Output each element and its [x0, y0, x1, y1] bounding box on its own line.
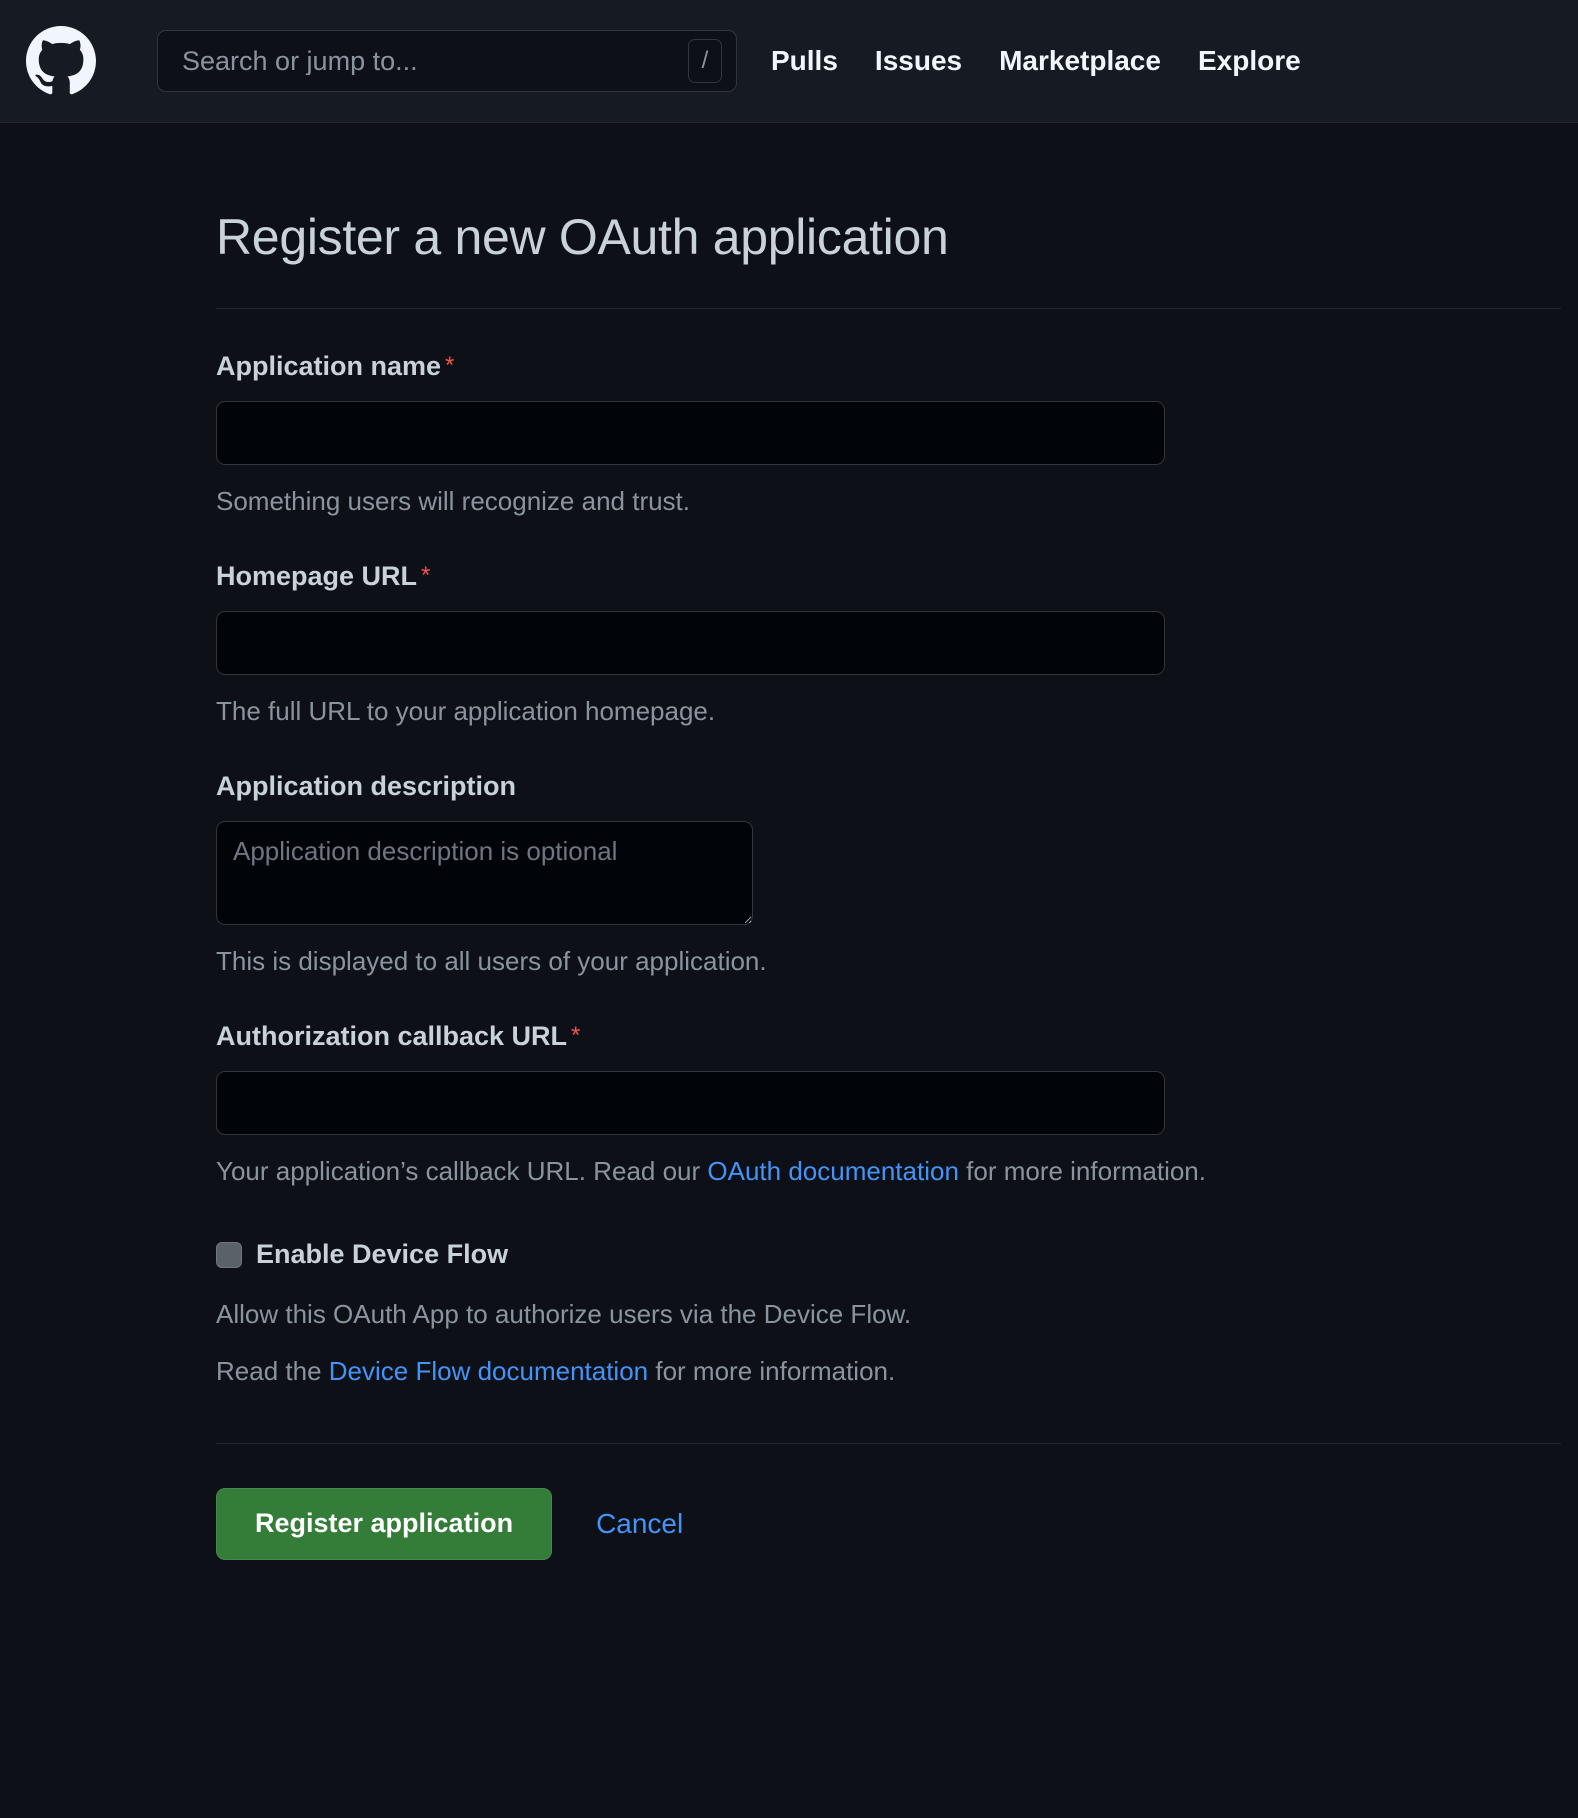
required-asterisk: *	[445, 352, 455, 379]
device-flow-row[interactable]: Enable Device Flow	[216, 1239, 1561, 1270]
authorization-callback-url-input[interactable]	[216, 1071, 1165, 1136]
cancel-link[interactable]: Cancel	[596, 1508, 683, 1540]
nav-item-explore[interactable]: Explore	[1198, 45, 1301, 77]
global-header: Search or jump to... / Pulls Issues Mark…	[0, 0, 1578, 123]
required-asterisk: *	[421, 562, 431, 590]
application-name-label: Application name *	[216, 351, 1561, 382]
search-placeholder: Search or jump to...	[182, 47, 418, 75]
enable-device-flow-checkbox[interactable]	[216, 1241, 242, 1268]
required-asterisk: *	[571, 1022, 581, 1050]
application-name-input[interactable]	[216, 401, 1165, 465]
application-description-textarea[interactable]	[216, 821, 753, 926]
application-description-help: This is displayed to all users of your a…	[216, 946, 767, 977]
homepage-url-help: The full URL to your application homepag…	[216, 696, 716, 727]
field-application-name: Application name * Something users will r…	[216, 351, 1561, 519]
register-application-button[interactable]: Register application	[216, 1487, 553, 1560]
application-name-help: Something users will recognize and trust…	[216, 486, 691, 516]
device-flow-read-suffix: for more information.	[648, 1356, 896, 1387]
authorization-callback-url-label: Authorization callback URL *	[216, 1021, 1561, 1052]
nav-item-marketplace[interactable]: Marketplace	[999, 45, 1161, 77]
device-flow-read-prefix: Read the	[216, 1356, 329, 1387]
title-divider	[216, 308, 1561, 309]
homepage-url-label: Homepage URL *	[216, 561, 1561, 592]
oauth-documentation-link[interactable]: OAuth documentation	[707, 1156, 959, 1186]
form-actions: Register application Cancel	[216, 1487, 1561, 1560]
search-shortcut-key: /	[688, 39, 722, 83]
authorization-callback-url-help: Your application’s callback URL. Read ou…	[216, 1154, 1561, 1189]
authorization-callback-url-label-text: Authorization callback URL	[216, 1021, 568, 1052]
field-authorization-callback-url: Authorization callback URL * Your applica…	[216, 1021, 1561, 1189]
application-name-label-text: Application name	[216, 351, 442, 381]
field-application-description: Application description This is displaye…	[216, 771, 1561, 979]
github-mark-icon[interactable]	[26, 26, 96, 96]
application-description-label: Application description	[216, 771, 1561, 802]
nav-item-issues[interactable]: Issues	[875, 45, 962, 77]
form-container: Register a new OAuth application Applica…	[216, 123, 1561, 1560]
search-input[interactable]: Search or jump to... /	[157, 30, 737, 92]
device-flow-read-more: Read the Device Flow documentation for m…	[216, 1354, 1561, 1389]
device-flow-description: Allow this OAuth App to authorize users …	[216, 1299, 912, 1330]
main-content: Register a new OAuth application Applica…	[0, 123, 1578, 1560]
callback-help-suffix: for more information.	[958, 1156, 1206, 1187]
header-nav: Pulls Issues Marketplace Explore	[771, 45, 1301, 77]
page-title: Register a new OAuth application	[216, 209, 949, 265]
device-flow-documentation-link[interactable]: Device Flow documentation	[329, 1356, 648, 1386]
homepage-url-input[interactable]	[216, 611, 1165, 676]
field-homepage-url: Homepage URL * The full URL to your appli…	[216, 561, 1561, 729]
nav-item-pulls[interactable]: Pulls	[771, 45, 838, 77]
application-description-label-text: Application description	[216, 771, 517, 802]
callback-help-prefix: Your application’s callback URL. Read ou…	[216, 1156, 708, 1187]
enable-device-flow-label: Enable Device Flow	[256, 1239, 509, 1270]
actions-divider	[216, 1442, 1561, 1444]
homepage-url-label-text: Homepage URL	[216, 561, 418, 592]
